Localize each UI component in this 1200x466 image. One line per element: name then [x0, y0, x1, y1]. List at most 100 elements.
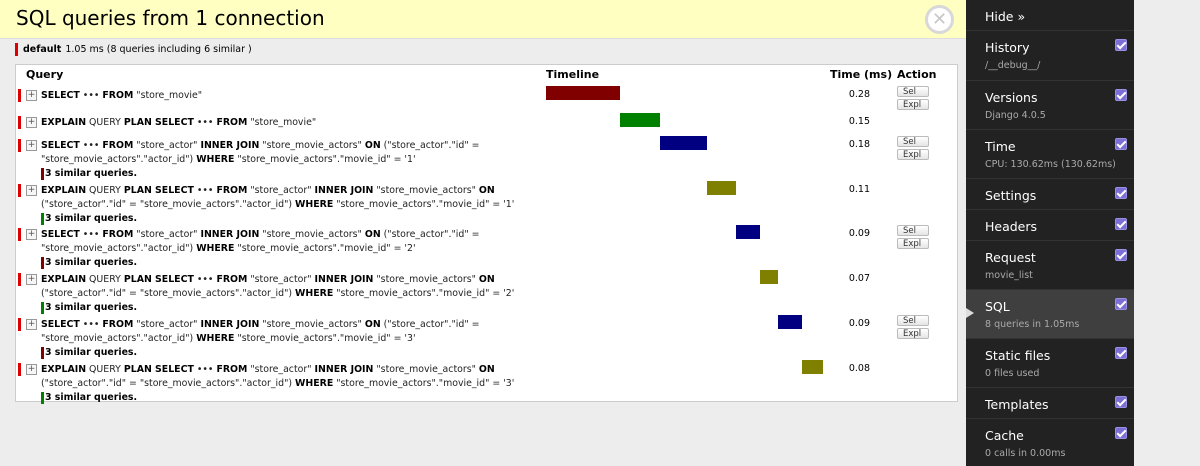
toolbar-item-request[interactable]: Request movie_list: [966, 240, 1134, 289]
sql-keyword: FROM: [216, 364, 248, 375]
sql-keyword: INNER JOIN: [200, 140, 260, 151]
expand-toggle-icon[interactable]: +: [26, 229, 37, 240]
query-sql-text[interactable]: SELECT ••• FROM "store_actor" INNER JOIN…: [41, 318, 531, 360]
expand-toggle-icon[interactable]: +: [26, 274, 37, 285]
query-sql-text[interactable]: SELECT ••• FROM "store_actor" INNER JOIN…: [41, 228, 531, 270]
query-sql-text[interactable]: SELECT ••• FROM "store_actor" INNER JOIN…: [41, 139, 531, 181]
sql-fragment: •••: [79, 229, 103, 240]
timeline-bar: [778, 315, 802, 329]
sql-keyword: WHERE: [196, 242, 235, 254]
select-button[interactable]: Sel: [897, 86, 929, 97]
toolbar-item-sql[interactable]: SQL 8 queries in 1.05ms: [966, 289, 1134, 338]
select-button[interactable]: Sel: [897, 225, 929, 236]
sql-fragment: ("store_actor"."id" = "store_movie_actor…: [41, 287, 296, 299]
sql-keyword: ON: [478, 185, 495, 196]
toolbar-item-label: Request: [985, 250, 1036, 265]
sql-keyword: EXPLAIN: [41, 274, 87, 285]
sql-fragment: "store_movie_actors"."movie_id" = '1': [234, 153, 416, 165]
enable-panel-checkbox[interactable]: [1115, 427, 1127, 439]
sql-queries-table: Query Timeline Time (ms) Action + SELECT …: [15, 64, 958, 405]
sql-fragment: •••: [79, 140, 103, 151]
sql-keyword: ON: [364, 229, 381, 240]
expand-toggle-icon[interactable]: +: [26, 117, 37, 128]
enable-panel-checkbox[interactable]: [1115, 187, 1127, 199]
timeline-bar: [619, 113, 660, 127]
explain-button[interactable]: Expl: [897, 149, 929, 160]
close-button[interactable]: ✕: [925, 5, 954, 34]
sql-fragment: •••: [193, 274, 217, 285]
toolbar-item-subtitle: 8 queries in 1.05ms: [985, 319, 1080, 330]
sql-keyword: ON: [478, 274, 495, 285]
column-header-query: Query: [26, 68, 64, 81]
select-button[interactable]: Sel: [897, 136, 929, 147]
timeline-bar: [736, 225, 760, 239]
query-color-marker: [18, 89, 21, 102]
explain-button[interactable]: Expl: [897, 328, 929, 339]
query-time: 0.28: [848, 89, 870, 100]
sql-keyword: FROM: [102, 319, 134, 330]
select-button[interactable]: Sel: [897, 315, 929, 326]
expand-toggle-icon[interactable]: +: [26, 185, 37, 196]
query-sql-text[interactable]: EXPLAIN QUERY PLAN SELECT ••• FROM "stor…: [41, 116, 531, 130]
sql-keyword: SELECT: [41, 229, 80, 240]
expand-toggle-icon[interactable]: +: [26, 364, 37, 375]
enable-panel-checkbox[interactable]: [1115, 89, 1127, 101]
connection-color-marker: [15, 43, 18, 56]
toolbar-item-history[interactable]: History /__debug__/: [966, 30, 1134, 80]
toolbar-item-templates[interactable]: Templates: [966, 387, 1134, 418]
expand-toggle-icon[interactable]: +: [26, 319, 37, 330]
sql-keyword: INNER JOIN: [200, 229, 260, 240]
query-time: 0.09: [848, 318, 870, 329]
sql-keyword: FROM: [102, 140, 134, 151]
toolbar-item-cache[interactable]: Cache 0 calls in 0.00ms: [966, 418, 1134, 466]
explain-button[interactable]: Expl: [897, 99, 929, 110]
sql-keyword: WHERE: [196, 153, 235, 165]
active-panel-arrow-icon: [966, 308, 974, 318]
sql-fragment: "store_actor": [133, 140, 201, 151]
expand-toggle-icon[interactable]: +: [26, 90, 37, 101]
connection-summary: default 1.05 ms (8 queries including 6 s…: [15, 43, 252, 56]
toolbar-item-subtitle: Django 4.0.5: [985, 110, 1046, 121]
sql-fragment: "store_movie_actors": [373, 364, 479, 375]
column-header-action: Action: [897, 68, 937, 81]
sql-keyword: PLAN SELECT: [123, 185, 194, 196]
enable-panel-checkbox[interactable]: [1115, 39, 1127, 51]
hide-toolbar-link[interactable]: Hide »: [985, 9, 1025, 24]
sql-fragment: QUERY: [86, 185, 124, 196]
query-sql-text[interactable]: EXPLAIN QUERY PLAN SELECT ••• FROM "stor…: [41, 273, 531, 315]
sql-keyword: WHERE: [295, 287, 334, 299]
sql-fragment: •••: [79, 319, 103, 330]
sql-keyword: PLAN SELECT: [123, 274, 194, 285]
toolbar-item-static-files[interactable]: Static files 0 files used: [966, 338, 1134, 387]
sql-fragment: QUERY: [86, 117, 124, 128]
enable-panel-checkbox[interactable]: [1115, 218, 1127, 230]
enable-panel-checkbox[interactable]: [1115, 396, 1127, 408]
toolbar-item-subtitle: 0 files used: [985, 368, 1040, 379]
sql-fragment: ("store_actor"."id" = "store_movie_actor…: [41, 198, 296, 210]
sql-fragment: ("store_actor"."id" = "store_movie_actor…: [41, 377, 296, 389]
explain-button[interactable]: Expl: [897, 238, 929, 249]
enable-panel-checkbox[interactable]: [1115, 249, 1127, 261]
sql-fragment: "store_movie_actors": [259, 229, 365, 240]
query-time: 0.09: [848, 228, 870, 239]
toolbar-item-time[interactable]: Time CPU: 130.62ms (130.62ms): [966, 129, 1134, 178]
query-sql-text[interactable]: EXPLAIN QUERY PLAN SELECT ••• FROM "stor…: [41, 363, 531, 405]
expand-toggle-icon[interactable]: +: [26, 140, 37, 151]
sql-keyword: FROM: [102, 229, 134, 240]
toolbar-item-subtitle: movie_list: [985, 270, 1033, 281]
query-sql-text[interactable]: EXPLAIN QUERY PLAN SELECT ••• FROM "stor…: [41, 184, 531, 226]
enable-panel-checkbox[interactable]: [1115, 347, 1127, 359]
toolbar-item-headers[interactable]: Headers: [966, 209, 1134, 240]
column-header-timeline: Timeline: [546, 68, 600, 81]
toolbar-item-versions[interactable]: Versions Django 4.0.5: [966, 80, 1134, 129]
sql-keyword: EXPLAIN: [41, 364, 87, 375]
sql-fragment: "store_movie_actors"."movie_id" = '3': [333, 377, 515, 389]
query-sql-text[interactable]: SELECT ••• FROM "store_movie": [41, 89, 531, 103]
sql-fragment: "store_actor": [133, 319, 201, 330]
enable-panel-checkbox[interactable]: [1115, 138, 1127, 150]
timeline-bar: [801, 360, 823, 374]
sql-fragment: "store_movie": [133, 90, 203, 101]
enable-panel-checkbox[interactable]: [1115, 298, 1127, 310]
sql-fragment: "store_movie_actors": [373, 185, 479, 196]
toolbar-item-settings[interactable]: Settings: [966, 178, 1134, 209]
